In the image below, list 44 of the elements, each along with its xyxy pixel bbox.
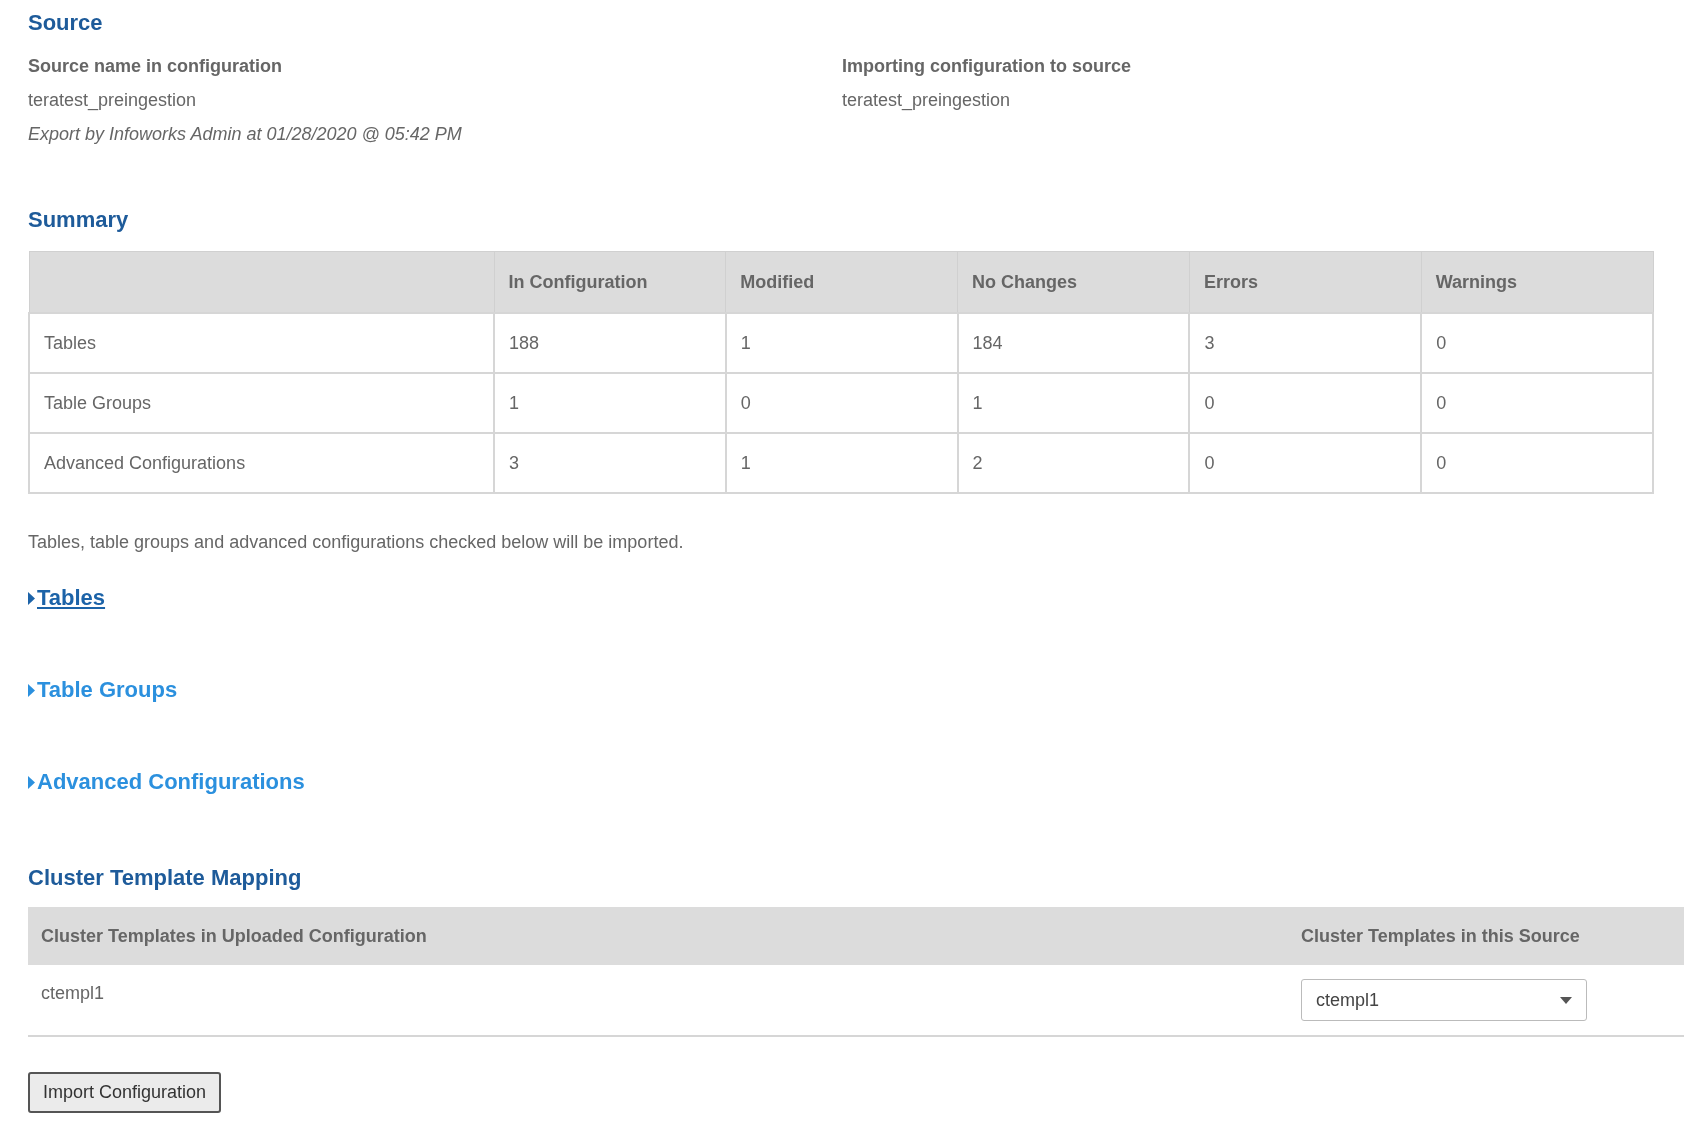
table-cell: Advanced Configurations — [29, 433, 494, 493]
table-cell: 0 — [1421, 313, 1653, 373]
section-toggle-link[interactable]: Tables — [28, 585, 106, 611]
export-note: Export by Infoworks Admin at 01/28/2020 @ 05:42 PM — [28, 124, 463, 145]
table-cell: 0 — [1421, 373, 1653, 433]
table-cell: 184 — [957, 313, 1190, 373]
column-header: Modified — [725, 251, 958, 313]
table-cell: 0 — [725, 373, 958, 433]
import-button[interactable]: Import Configuration — [28, 1072, 222, 1113]
table-cell: 0 — [1421, 433, 1653, 493]
table-cell: 2 — [957, 433, 1190, 493]
section-heading: Source — [28, 10, 104, 36]
table-cell: 1 — [725, 313, 958, 373]
table-cell-text: ctempl1 — [40, 982, 106, 1004]
section-toggle-link[interactable]: Table Groups — [28, 677, 178, 703]
field-value: teratest_preingestion — [28, 90, 198, 111]
field-label: Source name in configuration — [28, 56, 284, 77]
section-toggle-link[interactable]: Advanced Configurations — [28, 769, 305, 795]
caret-icon — [1560, 996, 1572, 1004]
table-cell: 1 — [725, 433, 958, 493]
column-header: Cluster Templates in Uploaded Configuration — [40, 925, 428, 947]
table-cell: 3 — [1189, 313, 1422, 373]
section-heading: Summary — [28, 207, 130, 233]
table-cell: 3 — [494, 433, 726, 493]
caret-icon — [28, 591, 36, 605]
table-cell: 188 — [494, 313, 726, 373]
table-cell: 1 — [957, 373, 1190, 433]
table-cell: 1 — [494, 373, 726, 433]
import-note: Tables, table groups and advanced configurations checked below will be imported. — [28, 532, 685, 553]
column-header: In Configuration — [494, 251, 726, 313]
column-header: Warnings — [1421, 251, 1653, 313]
template-dropdown[interactable]: ctempl1 — [1301, 979, 1587, 1021]
column-header: Cluster Templates in this Source — [1301, 925, 1580, 947]
table-cell: 0 — [1189, 433, 1422, 493]
table-cell: Table Groups — [29, 373, 494, 433]
column-header: Errors — [1189, 251, 1422, 313]
table-cell: 0 — [1189, 373, 1422, 433]
section-heading: Cluster Template Mapping — [28, 865, 303, 891]
table-cell: Tables — [29, 313, 494, 373]
column-header: No Changes — [957, 251, 1190, 313]
caret-icon — [28, 775, 36, 789]
field-label: Importing configuration to source — [842, 56, 1132, 77]
field-value: teratest_preingestion — [842, 90, 1012, 111]
caret-icon — [28, 683, 36, 697]
